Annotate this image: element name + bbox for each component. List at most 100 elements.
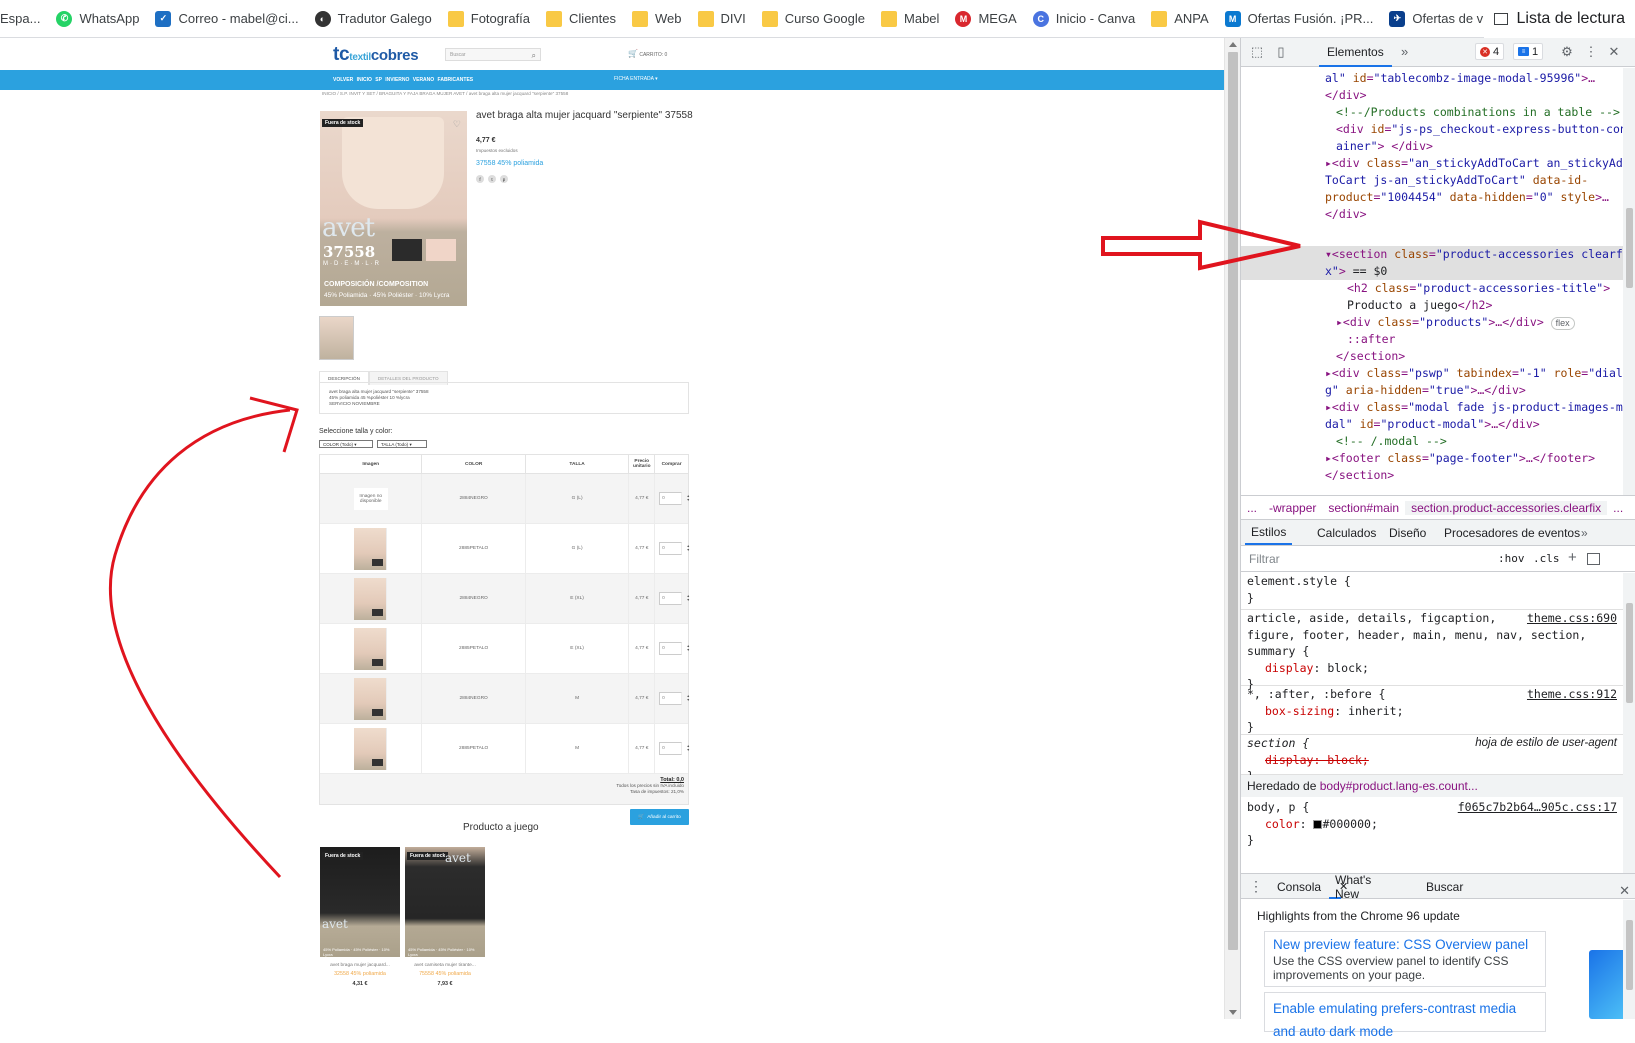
related-product-name[interactable]: avet braga mujer jacquard... [320, 963, 400, 968]
dom-line[interactable]: <!-- /.modal --> [1336, 433, 1447, 450]
dom-line[interactable]: g" aria-hidden="true">…</div> [1325, 382, 1526, 399]
dom-line[interactable]: ▸<div class="products">…</div> flex [1336, 314, 1575, 331]
tab-layout[interactable]: Diseño [1383, 520, 1432, 545]
breadcrumb-item[interactable]: ... [1241, 501, 1263, 515]
rule-element-style[interactable]: element.style {} [1241, 573, 1623, 610]
styles-scrollbar[interactable] [1623, 573, 1635, 873]
dom-ellipsis-icon[interactable]: … [1247, 222, 1254, 239]
reading-list-button[interactable]: Lista de lectura [1484, 0, 1635, 38]
styles-filter-input[interactable]: Filtrar [1249, 552, 1280, 566]
scrollbar-thumb[interactable] [1626, 920, 1633, 990]
row-product-image[interactable] [354, 677, 388, 720]
dom-line[interactable]: ::after [1347, 331, 1395, 348]
site-nav-dropdown[interactable]: FICHA ENTRADA ▾ [614, 76, 658, 82]
wishlist-heart-icon[interactable]: ♡ [453, 119, 461, 130]
dom-line[interactable]: al" id="tablecombz-image-modal-95996">… [1325, 70, 1595, 87]
card-title[interactable]: New preview feature: CSS Overview panel [1273, 936, 1537, 954]
twitter-icon[interactable]: t [488, 175, 496, 183]
scrollbar-thumb[interactable] [1228, 52, 1238, 950]
dom-line[interactable]: ainer"> </div> [1336, 138, 1433, 155]
gear-icon[interactable]: ⚙ [1559, 44, 1575, 60]
breadcrumb-item-current[interactable]: section.product-accessories.clearfix [1405, 500, 1608, 515]
dom-line[interactable]: <div id="js-ps_checkout-express-button-c… [1336, 121, 1623, 138]
rule-body-p[interactable]: f065c7b2b64…905c.css:17 body, p { color:… [1241, 799, 1623, 849]
quantity-stepper[interactable]: 0 [659, 642, 690, 655]
cart-link[interactable]: 🛒 CARRITO: 0 [628, 49, 667, 58]
facebook-icon[interactable]: f [476, 175, 484, 183]
add-to-cart-button[interactable]: 🛒 Añadir al carrito [630, 809, 689, 825]
more-tabs-icon[interactable]: » [1581, 520, 1588, 545]
breadcrumb-item[interactable]: -wrapper [1263, 501, 1322, 515]
scroll-up-arrow-icon[interactable] [1229, 42, 1237, 47]
dom-line[interactable]: dal" id="product-modal">…</div> [1325, 416, 1540, 433]
dom-line[interactable]: ▸<footer class="page-footer">…</footer> [1325, 450, 1595, 467]
scroll-down-arrow-icon[interactable] [1229, 1010, 1237, 1015]
hov-toggle[interactable]: :hov [1498, 552, 1525, 565]
search-icon[interactable]: ⌕ [532, 51, 536, 61]
errors-badge[interactable]: ✕ 4 [1475, 43, 1505, 60]
tab-whats-new[interactable]: What's New ✕ [1329, 873, 1371, 901]
quantity-stepper[interactable]: 0 [659, 592, 690, 605]
tab-event-listeners[interactable]: Procesadores de eventos [1438, 520, 1586, 545]
bookmark-item[interactable]: ANPA [1143, 6, 1216, 32]
page-scrollbar[interactable] [1224, 38, 1240, 1019]
row-product-image[interactable] [354, 627, 388, 670]
drawer-menu-icon[interactable]: ⋮ [1249, 874, 1263, 899]
more-tabs-icon[interactable]: » [1401, 44, 1408, 59]
inspect-element-icon[interactable]: ⬚ [1249, 44, 1265, 60]
dom-line[interactable]: </div> [1325, 206, 1367, 223]
pinterest-icon[interactable]: p [500, 175, 508, 183]
bookmark-item[interactable]: M MEGA [947, 6, 1024, 32]
stylesheet-link[interactable]: theme.css:690 [1527, 610, 1617, 627]
tab-search[interactable]: Buscar [1426, 874, 1463, 899]
bookmark-item[interactable]: Mabel [873, 6, 947, 32]
scrollbar-thumb[interactable] [1626, 208, 1633, 288]
dom-line[interactable]: ▸<div class="an_stickyAddToCart an_stick… [1325, 155, 1623, 172]
site-logo[interactable]: tctextilcobres [333, 44, 419, 66]
dom-line[interactable]: </div> [1325, 87, 1367, 104]
drawer-scrollbar[interactable] [1623, 900, 1635, 1019]
quantity-stepper[interactable]: 0 [659, 692, 690, 705]
product-main-image[interactable]: Fuera de stock ♡ avet 37558 M·D·E·M·L·R … [320, 111, 467, 306]
whats-new-card[interactable]: Enable emulating prefers-contrast media … [1264, 992, 1546, 1039]
toggle-sidebar-icon[interactable] [1587, 553, 1600, 565]
quantity-stepper[interactable]: 0 [659, 742, 690, 755]
dom-line[interactable]: Producto a juego</h2> [1347, 297, 1492, 314]
dom-line[interactable]: ToCart js-an_stickyAddToCart" data-id- [1325, 172, 1588, 189]
kebab-menu-icon[interactable]: ⋮ [1583, 44, 1599, 60]
product-polyamide-link[interactable]: 37558 45% poliamida [476, 160, 543, 167]
row-product-image[interactable] [354, 727, 388, 770]
scrollbar-thumb[interactable] [1626, 603, 1633, 703]
tab-console[interactable]: Consola [1277, 874, 1321, 899]
flex-badge[interactable]: flex [1550, 317, 1575, 330]
new-rule-icon[interactable]: + [1568, 549, 1577, 566]
size-select[interactable]: TALLA (Todo) ▾ [377, 440, 427, 448]
dom-line-selected[interactable]: x"> == $0 [1325, 263, 1387, 280]
dom-line[interactable]: </section> [1325, 467, 1394, 484]
tab-styles[interactable]: Estilos [1245, 520, 1293, 545]
dom-tree[interactable]: al" id="tablecombz-image-modal-95996">… … [1241, 68, 1623, 495]
bookmark-item[interactable]: ◐ Tradutor Galego [307, 6, 440, 32]
dom-line[interactable]: <!--/Products combinations in a table --… [1336, 104, 1620, 121]
quantity-stepper[interactable]: 0 [659, 542, 690, 555]
rule-theme-912[interactable]: theme.css:912 *, :after, :before { box-s… [1241, 686, 1623, 735]
breadcrumb-item[interactable]: section#main [1322, 501, 1405, 515]
row-product-image[interactable] [354, 577, 388, 620]
bookmark-item[interactable]: ✓ Correo - mabel@ci... [147, 6, 306, 32]
bookmark-item[interactable]: Clientes [538, 6, 624, 32]
rule-user-agent[interactable]: hoja de estilo de user-agent section { d… [1241, 735, 1623, 783]
site-breadcrumb[interactable]: INICIO / S.P. INVIT Y SET / BRAGUITA Y F… [322, 91, 568, 96]
dom-line-selected[interactable]: ▾<section class="product-accessories cle… [1325, 246, 1623, 263]
inherited-header[interactable]: Heredado de body#product.lang-es.count..… [1241, 775, 1623, 797]
quantity-stepper[interactable]: 0 [659, 492, 690, 505]
bookmark-item[interactable]: C Inicio - Canva [1025, 6, 1143, 32]
stylesheet-link[interactable]: f065c7b2b64…905c.css:17 [1458, 799, 1617, 816]
related-product-image[interactable]: Fuera de stock avet 45% Poliamida · 45% … [405, 847, 485, 957]
dom-line[interactable]: </section> [1336, 348, 1405, 365]
dom-tree-scrollbar[interactable] [1623, 68, 1635, 495]
card-title[interactable]: Enable emulating prefers-contrast media … [1273, 997, 1537, 1043]
close-icon[interactable]: ✕ [1606, 44, 1622, 60]
bookmark-item[interactable]: Web [624, 6, 690, 32]
device-toolbar-icon[interactable]: ▯ [1273, 44, 1289, 60]
breadcrumb-item[interactable]: ... [1607, 501, 1629, 515]
